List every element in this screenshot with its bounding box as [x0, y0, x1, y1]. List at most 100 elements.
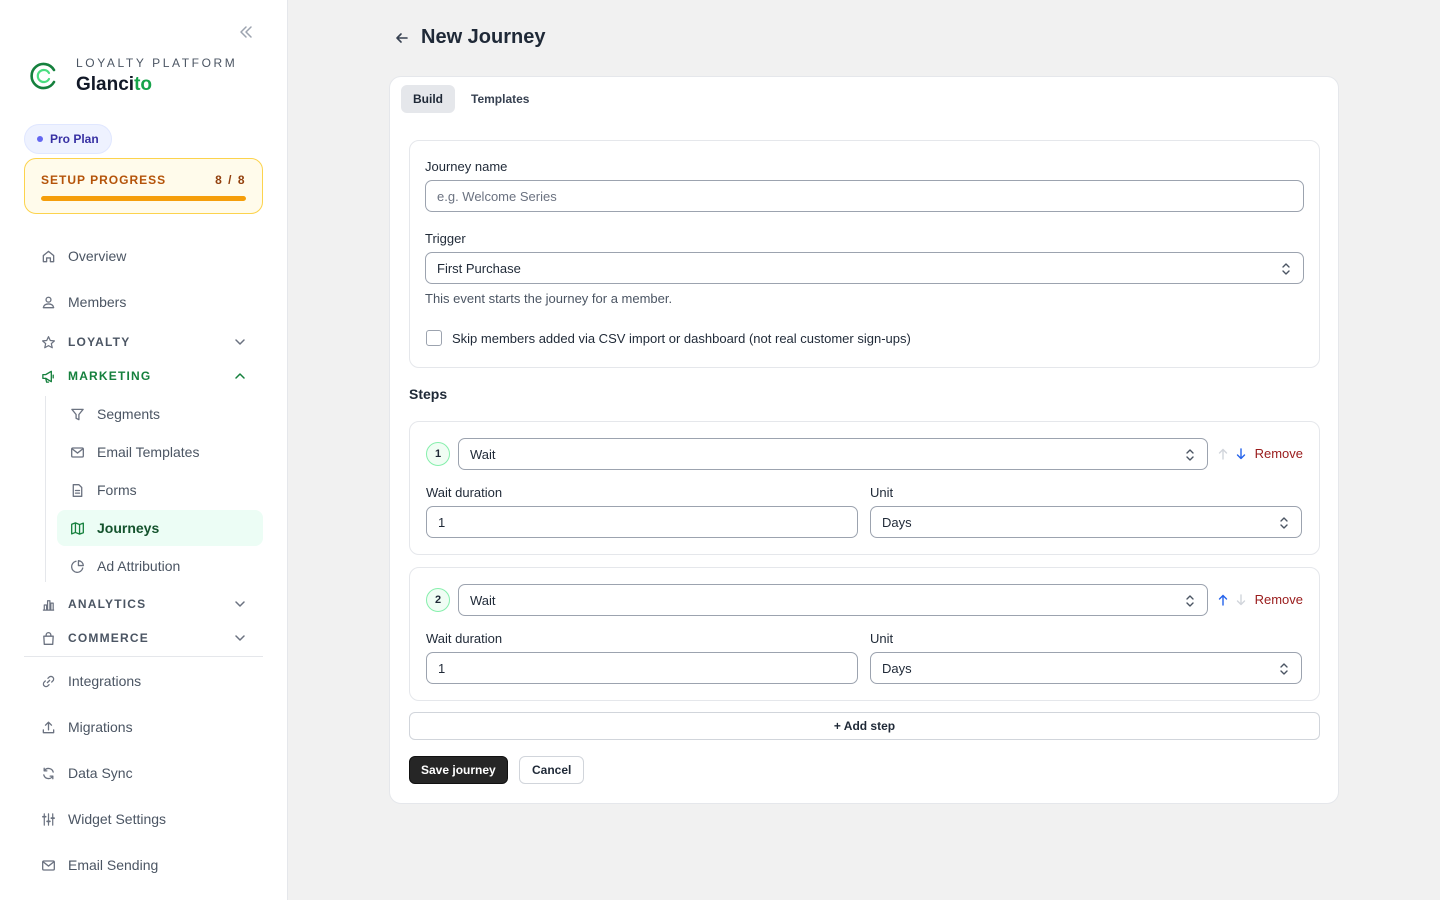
link-icon	[40, 673, 56, 689]
unit-select[interactable]: Days	[870, 506, 1302, 538]
sidebar-item-label: Ad Attribution	[97, 558, 181, 574]
sidebar-divider	[24, 656, 263, 657]
step-type-select[interactable]: Wait	[458, 584, 1208, 616]
move-step-up-button[interactable]	[1216, 593, 1230, 607]
unit-value: Days	[882, 660, 912, 676]
wait-duration-input[interactable]	[426, 506, 858, 538]
move-step-down-button[interactable]	[1234, 447, 1248, 461]
sidebar-item-email-templates[interactable]: Email Templates	[57, 434, 263, 470]
sidebar-section-commerce[interactable]: COMMERCE	[24, 624, 263, 652]
select-arrows-icon	[1186, 449, 1194, 461]
arrow-up-icon	[1218, 448, 1228, 460]
double-chevron-left-icon	[240, 26, 252, 38]
sidebar: LOYALTY PLATFORM Glancito Pro Plan SETUP…	[0, 0, 288, 900]
page-title: New Journey	[421, 26, 546, 48]
sidebar-section-label: ANALYTICS	[68, 597, 147, 611]
skip-imported-members-row[interactable]: Skip members added via CSV import or das…	[426, 330, 911, 346]
step-type-value: Wait	[470, 446, 496, 462]
skip-imported-members-checkbox[interactable]	[426, 330, 442, 346]
sidebar-item-label: Journeys	[97, 520, 160, 536]
move-step-up-button[interactable]	[1216, 447, 1230, 461]
move-step-down-button[interactable]	[1234, 593, 1248, 607]
sidebar-item-forms[interactable]: Forms	[57, 472, 263, 508]
sidebar-item-label: Widget Settings	[68, 811, 167, 827]
tab-build[interactable]: Build	[401, 85, 455, 113]
setup-progress-count: 8 / 8	[215, 173, 246, 187]
sidebar-section-loyalty[interactable]: LOYALTY	[24, 328, 263, 356]
sidebar-item-migrations[interactable]: Migrations	[24, 709, 263, 745]
brand-name-main: Glanci	[76, 74, 135, 95]
select-arrows-icon	[1186, 595, 1194, 607]
save-journey-button[interactable]: Save journey	[409, 756, 508, 784]
sliders-icon	[40, 811, 56, 827]
journey-panel: Build Templates Journey name Trigger Fir…	[389, 76, 1339, 804]
add-step-button[interactable]: + Add step	[409, 712, 1320, 740]
mail-icon	[40, 857, 56, 873]
sidebar-item-ad-attribution[interactable]: Ad Attribution	[57, 548, 263, 584]
sidebar-item-segments[interactable]: Segments	[57, 396, 263, 432]
unit-value: Days	[882, 514, 912, 530]
step-number-badge: 1	[426, 442, 450, 466]
select-arrows-icon	[1280, 517, 1288, 529]
step-card: 1 Wait Remove Wait duration Unit Days	[409, 421, 1320, 555]
step-card: 2 Wait Remove Wait duration Unit Days	[409, 567, 1320, 701]
steps-heading: Steps	[409, 386, 448, 402]
tabs: Build Templates	[401, 85, 545, 113]
remove-step-button[interactable]: Remove	[1255, 446, 1303, 461]
pie-chart-icon	[69, 558, 85, 574]
wait-duration-input[interactable]	[426, 652, 858, 684]
sidebar-item-overview[interactable]: Overview	[24, 238, 263, 274]
setup-progress-bar	[41, 196, 246, 201]
collapse-sidebar-button[interactable]	[236, 22, 256, 42]
sidebar-item-journeys[interactable]: Journeys	[57, 510, 263, 546]
mail-icon	[69, 444, 85, 460]
sidebar-item-label: Forms	[97, 482, 137, 498]
arrow-up-icon	[1218, 594, 1228, 606]
setup-progress-card[interactable]: SETUP PROGRESS 8 / 8	[24, 158, 263, 214]
arrow-left-icon	[396, 32, 408, 43]
sidebar-item-widget-settings[interactable]: Widget Settings	[24, 801, 263, 837]
sidebar-section-analytics[interactable]: ANALYTICS	[24, 590, 263, 618]
unit-label: Unit	[870, 631, 894, 646]
brand-name-accent: to	[134, 74, 153, 95]
brand-subtitle: LOYALTY PLATFORM	[76, 56, 238, 70]
refresh-icon	[40, 765, 56, 781]
wait-duration-label: Wait duration	[426, 631, 503, 646]
skip-imported-members-label: Skip members added via CSV import or das…	[452, 330, 911, 346]
sidebar-item-label: Email Sending	[68, 857, 159, 873]
chevron-up-icon	[235, 373, 245, 379]
sidebar-item-label: Members	[68, 294, 127, 310]
setup-progress-fill	[41, 196, 246, 201]
trigger-select[interactable]: First Purchase	[425, 252, 1304, 284]
journey-name-input[interactable]	[425, 180, 1304, 212]
home-icon	[40, 248, 56, 264]
back-button[interactable]	[392, 28, 412, 48]
sidebar-item-label: Integrations	[68, 673, 142, 689]
cancel-button[interactable]: Cancel	[519, 756, 585, 784]
shopping-bag-icon	[40, 630, 56, 646]
sidebar-item-members[interactable]: Members	[24, 284, 263, 320]
map-icon	[69, 520, 85, 536]
sidebar-item-integrations[interactable]: Integrations	[24, 663, 263, 699]
plan-label: Pro Plan	[50, 132, 99, 146]
megaphone-icon	[40, 368, 56, 384]
sidebar-section-label: LOYALTY	[68, 335, 131, 349]
sidebar-item-data-sync[interactable]: Data Sync	[24, 755, 263, 791]
plan-dot	[37, 136, 43, 142]
chevron-down-icon	[235, 339, 245, 345]
select-arrows-icon	[1280, 663, 1288, 675]
sidebar-section-label: MARKETING	[68, 369, 152, 383]
unit-select[interactable]: Days	[870, 652, 1302, 684]
brand-logo-icon	[30, 62, 56, 90]
sidebar-section-marketing[interactable]: MARKETING	[24, 362, 263, 390]
sidebar-item-email-sending[interactable]: Email Sending	[24, 847, 263, 883]
tab-templates[interactable]: Templates	[459, 85, 541, 113]
sidebar-item-label: Overview	[68, 248, 127, 264]
bar-chart-icon	[40, 596, 56, 612]
members-icon	[40, 294, 56, 310]
step-number-badge: 2	[426, 588, 450, 612]
plan-badge[interactable]: Pro Plan	[24, 124, 112, 154]
remove-step-button[interactable]: Remove	[1255, 592, 1303, 607]
star-icon	[40, 334, 56, 350]
step-type-select[interactable]: Wait	[458, 438, 1208, 470]
